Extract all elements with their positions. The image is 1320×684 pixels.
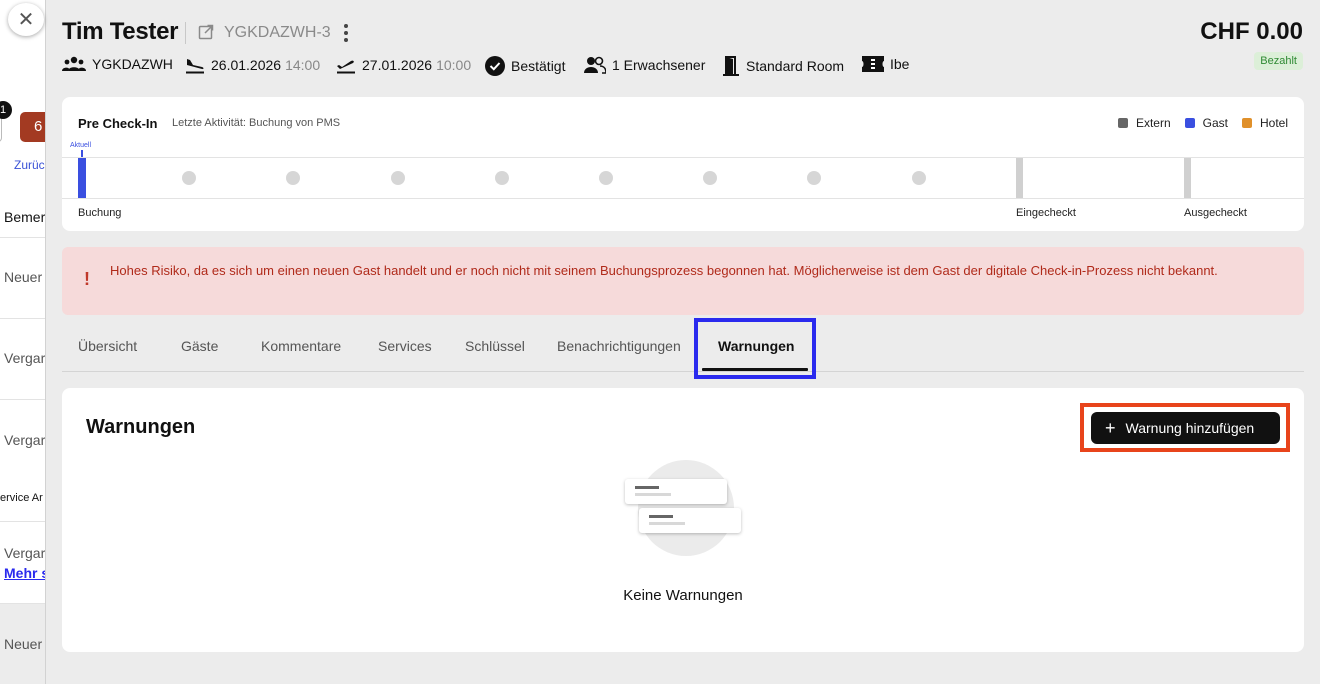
- meta-source: Ibe: [862, 56, 909, 72]
- meta-group: YGKDAZWH: [62, 56, 173, 72]
- tab-keys[interactable]: Schlüssel: [465, 338, 525, 354]
- timeline-step: [182, 171, 196, 185]
- booking-source: Ibe: [890, 56, 910, 72]
- meta-status: Bestätigt: [485, 56, 565, 76]
- booking-reference: YGKDAZWH-3: [224, 24, 331, 41]
- meta-guests: 1 Erwachsener: [584, 56, 705, 74]
- guest-name: Tim Tester: [62, 18, 179, 45]
- tab-comments[interactable]: Kommentare: [261, 338, 341, 354]
- background-more-link: Mehr s: [4, 565, 45, 581]
- timeline-step: [599, 171, 613, 185]
- timeline-step: [912, 171, 926, 185]
- warnings-card: Warnungen + Warnung hinzufügen Keine War…: [62, 388, 1304, 652]
- ticket-icon: [862, 56, 884, 72]
- meta-arrival: 26.01.2026 14:00: [185, 56, 320, 74]
- tab-guests[interactable]: Gäste: [181, 338, 218, 354]
- precheckin-title: Pre Check-In: [78, 116, 158, 131]
- current-step-marker: Aktuell: [70, 142, 92, 149]
- precheckin-timeline: [62, 157, 1304, 199]
- external-link-icon[interactable]: [198, 24, 214, 40]
- risk-alert: ! Hohes Risiko, da es sich um einen neue…: [62, 247, 1304, 315]
- legend-item-extern: Extern: [1117, 116, 1171, 130]
- more-options-icon[interactable]: [342, 22, 350, 44]
- timeline-checkin-marker: [1016, 158, 1023, 198]
- legend-item-gast: Gast: [1184, 116, 1228, 130]
- background-back-link: Zurüc: [14, 158, 45, 172]
- background-row: ervice Ar: [0, 480, 45, 522]
- timeline-label-checkout: Ausgecheckt: [1184, 207, 1247, 219]
- meta-departure: 27.01.2026 10:00: [336, 56, 471, 74]
- background-badge: 6: [20, 112, 45, 142]
- add-warning-label: Warnung hinzufügen: [1125, 420, 1255, 436]
- timeline-step: [495, 171, 509, 185]
- empty-state-illustration: [622, 458, 742, 558]
- meta-room: Standard Room: [722, 56, 844, 76]
- people-icon: [584, 56, 606, 74]
- timeline-step: [391, 171, 405, 185]
- arrival-time: 14:00: [285, 57, 321, 73]
- guest-count: 1 Erwachsener: [612, 57, 706, 73]
- background-row: Neuer: [0, 604, 45, 684]
- timeline-step: [807, 171, 821, 185]
- door-icon: [723, 56, 739, 76]
- warnings-title: Warnungen: [86, 416, 196, 438]
- payment-status-badge: Bezahlt: [1254, 52, 1303, 70]
- timeline-current-bar: [78, 158, 86, 198]
- tab-notifications[interactable]: Benachrichtigungen: [557, 338, 681, 354]
- departure-date: 27.01.2026: [362, 57, 433, 73]
- booking-detail-panel: Tim Tester YGKDAZWH-3 CHF 0.00 Bezahlt Y…: [45, 0, 1320, 684]
- timeline-checkout-marker: [1184, 158, 1191, 198]
- group-code: YGKDAZWH: [92, 56, 173, 72]
- check-circle-icon: [485, 56, 505, 76]
- timeline-label-start: Buchung: [78, 207, 122, 219]
- tab-highlight-box: [694, 318, 816, 379]
- legend-item-hotel: Hotel: [1241, 116, 1288, 130]
- background-page: 6 1 Zurüc Bemer Neuer Vergar Vergar ervi…: [0, 0, 45, 684]
- timeline-label-checkin: Eingecheckt: [1016, 207, 1076, 219]
- empty-state-card-icon: [639, 508, 741, 533]
- header-divider: [185, 22, 186, 44]
- plane-landing-icon: [186, 59, 204, 74]
- background-count-badge: 1: [0, 101, 12, 119]
- arrival-date: 26.01.2026: [211, 57, 282, 73]
- background-row: Neuer: [0, 238, 45, 319]
- timeline-step: [286, 171, 300, 185]
- exclamation-icon: !: [84, 269, 90, 289]
- detail-tabs: Übersicht Gäste Kommentare Services Schl…: [62, 318, 1304, 379]
- timeline-step: [703, 171, 717, 185]
- empty-state-text: Keine Warnungen: [623, 587, 743, 604]
- booking-total: CHF 0.00: [1200, 18, 1303, 45]
- empty-state-card-icon: [625, 479, 727, 504]
- background-row: Bemer: [0, 196, 45, 238]
- background-row-label: Vergar: [4, 545, 45, 561]
- precheckin-last-activity: Letzte Aktivität: Buchung von PMS: [172, 117, 341, 129]
- background-row: Vergar: [4, 432, 45, 448]
- group-icon: [62, 56, 86, 71]
- close-icon: ✕: [17, 9, 35, 31]
- tab-services[interactable]: Services: [378, 338, 432, 354]
- plus-icon: +: [1105, 418, 1116, 438]
- departure-time: 10:00: [436, 57, 472, 73]
- precheckin-legend: Extern Gast Hotel: [1117, 116, 1288, 130]
- background-row: Vergar Mehr s: [0, 522, 45, 604]
- risk-alert-text: Hohes Risiko, da es sich um einen neuen …: [110, 263, 1218, 278]
- precheckin-card: Pre Check-In Letzte Aktivität: Buchung v…: [62, 97, 1304, 231]
- plane-takeoff-icon: [337, 60, 355, 74]
- room-type: Standard Room: [746, 58, 845, 74]
- booking-status: Bestätigt: [511, 58, 566, 74]
- close-button[interactable]: ✕: [8, 3, 44, 36]
- background-row: Vergar: [0, 319, 45, 400]
- tab-overview[interactable]: Übersicht: [78, 338, 137, 354]
- add-warning-button[interactable]: + Warnung hinzufügen: [1091, 412, 1280, 444]
